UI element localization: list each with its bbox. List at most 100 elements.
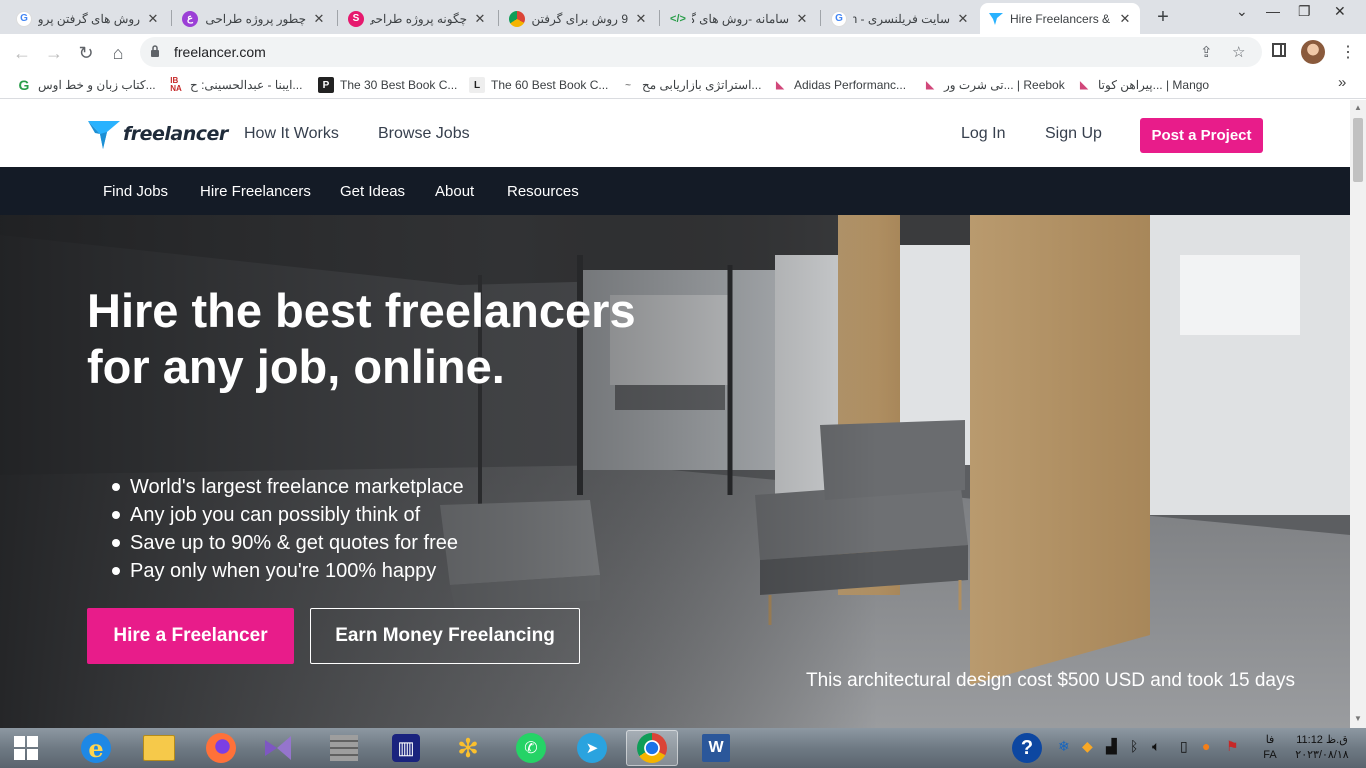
battery-icon[interactable]: ▯ bbox=[1180, 738, 1188, 755]
menu-icon[interactable]: ⋮ bbox=[1340, 42, 1356, 62]
bars-app-icon: ▥ bbox=[392, 734, 420, 762]
back-icon[interactable]: ← bbox=[10, 41, 34, 65]
logo-wordmark: freelancer bbox=[123, 123, 228, 145]
nav-find-jobs[interactable]: Find Jobs bbox=[103, 183, 168, 200]
taskbar-visual-studio[interactable] bbox=[252, 730, 304, 766]
taskbar-app-bars[interactable]: ▥ bbox=[380, 730, 432, 766]
volume-icon[interactable]: 🔈︎ bbox=[1152, 738, 1160, 755]
reload-icon[interactable]: ↻ bbox=[74, 41, 98, 65]
scrollbar-thumb[interactable] bbox=[1353, 118, 1363, 182]
forward-icon[interactable]: → bbox=[42, 41, 66, 65]
bookmark-star-icon[interactable]: ☆ bbox=[1232, 43, 1245, 61]
side-panel-icon[interactable] bbox=[1272, 43, 1286, 57]
language-short-label: فا bbox=[1265, 734, 1275, 746]
close-icon[interactable]: ✕ bbox=[634, 11, 648, 27]
list-item: Any job you can possibly think of bbox=[110, 501, 464, 529]
taskbar-chrome[interactable] bbox=[626, 730, 678, 766]
close-icon[interactable]: ✕ bbox=[473, 11, 487, 27]
share-icon[interactable]: ⇪ bbox=[1200, 43, 1213, 61]
nav-about[interactable]: About bbox=[435, 183, 474, 200]
taskbar-file-explorer[interactable] bbox=[133, 730, 185, 766]
bookmark-item[interactable]: ◣ Adidas Performanc... bbox=[772, 76, 906, 94]
windows-start-button[interactable] bbox=[0, 730, 52, 766]
brick-grid-icon bbox=[330, 735, 358, 761]
flag-icon[interactable]: ⚑ bbox=[1226, 738, 1239, 755]
taskbar-whatsapp[interactable]: ✆ bbox=[505, 730, 557, 766]
update-icon[interactable]: ● bbox=[1202, 738, 1210, 754]
bookmark-label: تی شرت ور... | Reebok bbox=[944, 78, 1065, 92]
close-icon[interactable]: ✕ bbox=[146, 11, 160, 27]
browser-tab-active[interactable]: Hire Freelancers & ✕ bbox=[980, 3, 1140, 34]
page-scrollbar[interactable]: ▲ ▼ bbox=[1350, 100, 1366, 728]
close-icon[interactable]: ✕ bbox=[956, 11, 970, 27]
bookmark-item[interactable]: ~ استراتژی بازاریابی مح... bbox=[620, 76, 761, 94]
bookmark-item[interactable]: L The 60 Best Book C... bbox=[469, 76, 608, 94]
taskbar-telegram[interactable]: ➤ bbox=[566, 730, 618, 766]
profile-avatar[interactable] bbox=[1301, 40, 1325, 64]
folder-icon bbox=[143, 735, 175, 761]
browser-tab-4[interactable]: 9 روش برای گرفتن ✕ bbox=[501, 3, 656, 34]
p-logo-icon: P bbox=[318, 77, 334, 93]
close-icon[interactable]: ✕ bbox=[312, 11, 326, 27]
window-close-icon[interactable]: ✕ bbox=[1334, 3, 1346, 20]
browser-tab-3[interactable]: S چگونه پروژه طراحی ✕ bbox=[340, 3, 495, 34]
taskbar-app-puzzle[interactable]: ✻ bbox=[442, 730, 494, 766]
close-icon[interactable]: ✕ bbox=[1118, 11, 1132, 27]
bookmark-item[interactable]: ◣ تی شرت ور... | Reebok bbox=[922, 76, 1065, 94]
language-indicator[interactable]: فا FA bbox=[1258, 733, 1282, 763]
taskbar-internet-explorer[interactable]: e bbox=[70, 730, 122, 766]
taskbar-firefox[interactable] bbox=[195, 730, 247, 766]
browse-jobs-link[interactable]: Browse Jobs bbox=[378, 125, 470, 143]
bookmark-label: کتاب زبان و خط اوس... bbox=[38, 78, 156, 92]
browser-toolbar: ← → ↻ ⌂ freelancer.com ⇪ ☆ ⋮ bbox=[0, 34, 1366, 71]
tab-search-icon[interactable]: ⌄ bbox=[1236, 3, 1248, 20]
restore-icon[interactable]: ❐ bbox=[1298, 3, 1311, 20]
browser-tab-6[interactable]: G سایت فریلنسری - h ✕ bbox=[823, 3, 978, 34]
bookmark-label: The 30 Best Book C... bbox=[340, 78, 458, 92]
sign-up-link[interactable]: Sign Up bbox=[1045, 125, 1102, 143]
home-icon[interactable]: ⌂ bbox=[106, 41, 130, 65]
bookmark-item[interactable]: G کتاب زبان و خط اوس... bbox=[16, 76, 156, 94]
scroll-up-icon[interactable]: ▲ bbox=[1354, 103, 1362, 112]
browser-tab-5[interactable]: </> سامانه -روش های گ ✕ bbox=[662, 3, 817, 34]
help-icon[interactable]: ? bbox=[1012, 733, 1042, 763]
nav-get-ideas[interactable]: Get Ideas bbox=[340, 183, 405, 200]
new-tab-button[interactable]: + bbox=[1152, 6, 1174, 28]
bluetooth-icon[interactable]: ᛒ bbox=[1130, 738, 1138, 754]
browser-tab-1[interactable]: G روش های گرفتن پرو ✕ bbox=[8, 3, 168, 34]
code-icon: </> bbox=[670, 12, 686, 25]
minimize-icon[interactable]: — bbox=[1266, 3, 1280, 19]
url-text: freelancer.com bbox=[174, 44, 266, 60]
nav-resources[interactable]: Resources bbox=[507, 183, 579, 200]
log-in-link[interactable]: Log In bbox=[961, 125, 1005, 143]
bookmark-item[interactable]: IB NA ایبنا - عبدالحسینی: ح... bbox=[168, 76, 302, 94]
shoe-logo-icon: ◣ bbox=[1080, 79, 1088, 91]
nav-hire-freelancers[interactable]: Hire Freelancers bbox=[200, 183, 311, 200]
bookmark-item[interactable]: ◣ پیراهن کوتا... | Mango bbox=[1076, 76, 1209, 94]
post-project-button[interactable]: Post a Project bbox=[1140, 118, 1263, 153]
browser-tab-2[interactable]: ع چطور پروژه طراحی ✕ bbox=[174, 3, 334, 34]
lock-icon[interactable] bbox=[150, 44, 160, 58]
how-it-works-link[interactable]: How It Works bbox=[244, 125, 339, 143]
scroll-down-icon[interactable]: ▼ bbox=[1354, 714, 1362, 723]
shoe-logo-icon: ◣ bbox=[776, 79, 784, 91]
taskbar-app-grid[interactable] bbox=[318, 730, 370, 766]
windows-logo-icon bbox=[14, 736, 38, 760]
clock-date: ۲۰۲۳/۰۸/۱۸ bbox=[1295, 749, 1349, 761]
snowflake-icon[interactable]: ❄ bbox=[1058, 738, 1070, 755]
bookmark-label: ایبنا - عبدالحسینی: ح... bbox=[190, 78, 303, 92]
hero-section: Hire the best freelancers for any job, o… bbox=[0, 215, 1350, 728]
hire-freelancer-button[interactable]: Hire a Freelancer bbox=[87, 608, 294, 664]
earn-money-button[interactable]: Earn Money Freelancing bbox=[310, 608, 580, 664]
address-bar[interactable]: freelancer.com ⇪ ☆ bbox=[140, 37, 1262, 67]
close-icon[interactable]: ✕ bbox=[795, 11, 809, 27]
tray-app-icon[interactable]: ◆ bbox=[1082, 738, 1093, 755]
bookmark-item[interactable]: P The 30 Best Book C... bbox=[318, 76, 457, 94]
more-bookmarks-icon[interactable]: » bbox=[1338, 74, 1346, 91]
freelancer-logo[interactable]: freelancer bbox=[87, 117, 228, 151]
network-icon[interactable]: ▟ bbox=[1106, 738, 1117, 755]
system-clock[interactable]: 11:12 ق.ظ ۲۰۲۳/۰۸/۱۸ bbox=[1292, 733, 1352, 763]
list-item: Pay only when you're 100% happy bbox=[110, 557, 464, 585]
list-item: World's largest freelance marketplace bbox=[110, 473, 464, 501]
taskbar-word[interactable]: W bbox=[690, 730, 742, 766]
